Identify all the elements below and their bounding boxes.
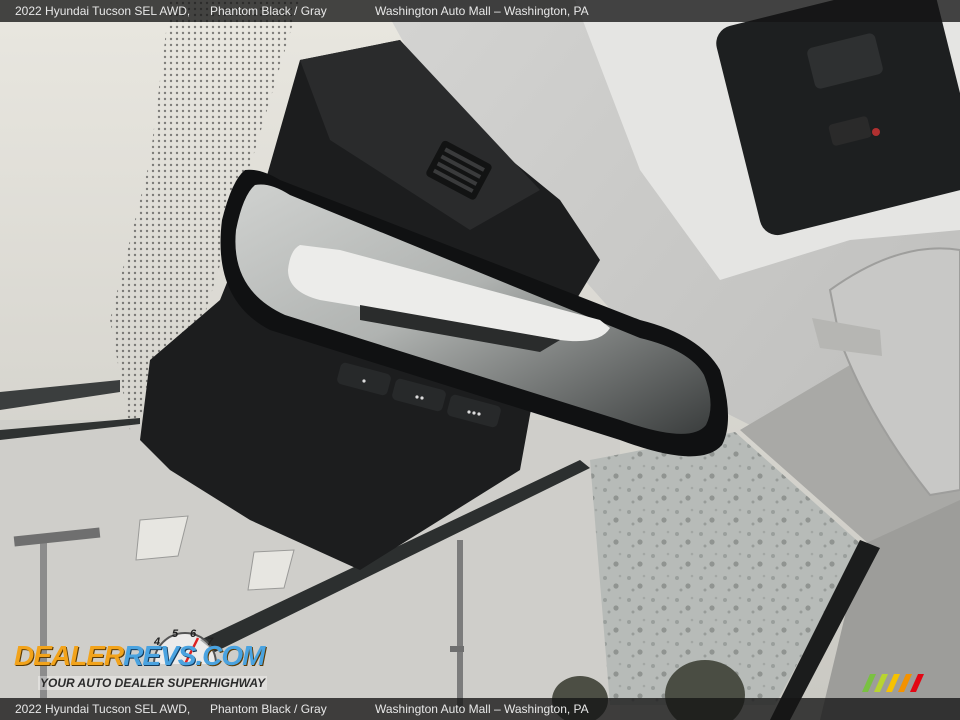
wordmark-suffix: .com [195, 640, 265, 671]
dealer-name: Washington Auto Mall – Washington, PA [375, 702, 589, 716]
stripes-logo-icon [862, 674, 924, 692]
dealer-name: Washington Auto Mall – Washington, PA [375, 4, 589, 18]
caption-bar-top: 2022 Hyundai Tucson SEL AWD, Phantom Bla… [0, 0, 960, 22]
wordmark-dealer: Dealer [14, 640, 124, 671]
vehicle-color: Phantom Black / Gray [210, 702, 327, 716]
vehicle-title: 2022 Hyundai Tucson SEL AWD, [15, 4, 191, 18]
dealerrevs-wordmark: DealerRevs.com [14, 640, 265, 672]
gauge-number: 6 [190, 628, 197, 640]
interior-photo [0, 0, 960, 720]
dealerrevs-tagline: Your Auto Dealer SuperHighway [38, 676, 268, 690]
dealerrevs-watermark: 4 5 6 7 DealerRevs.com Your Auto Dealer … [14, 628, 268, 694]
gauge-number: 5 [172, 628, 179, 640]
vehicle-color: Phantom Black / Gray [210, 4, 327, 18]
vehicle-title: 2022 Hyundai Tucson SEL AWD, [15, 702, 191, 716]
caption-bar-bottom: 2022 Hyundai Tucson SEL AWD, Phantom Bla… [0, 698, 960, 720]
wordmark-revs: Revs [123, 640, 196, 671]
